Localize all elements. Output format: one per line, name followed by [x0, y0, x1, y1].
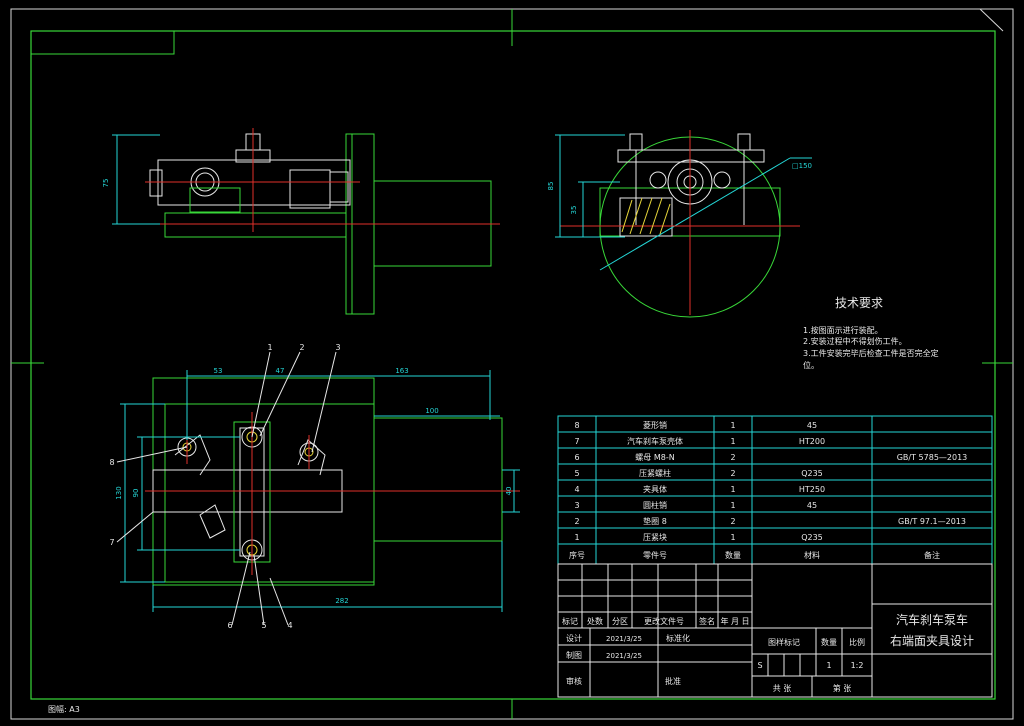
drawing-title-line-1: 汽车刹车泵车 — [896, 612, 968, 627]
sheets-total: 共 张 — [773, 684, 792, 693]
plan-dim-163: 163 — [395, 367, 408, 375]
plan-dim-130: 130 — [115, 486, 123, 499]
balloon-3: 3 — [335, 343, 340, 352]
balloon-8: 8 — [109, 458, 114, 467]
side-view-hatch — [621, 197, 671, 235]
sheet-frame — [10, 8, 1014, 720]
bom-header-qty: 数量 — [725, 550, 741, 560]
balloon-leaders — [116, 351, 337, 626]
tech-req-title: 技术要求 — [835, 296, 883, 310]
plan-dim-100: 100 — [425, 407, 438, 415]
balloon-2: 2 — [299, 343, 304, 352]
design-label: 设计 — [566, 633, 582, 643]
stage-header-mark: 图样标记 — [768, 637, 800, 647]
side-view-dim-outer: 85 — [547, 182, 555, 191]
rev-header-date: 年 月 日 — [720, 616, 749, 626]
bom-row-qty: 1 — [730, 485, 735, 494]
plan-dim-40: 40 — [505, 487, 513, 496]
bom-row-material: HT200 — [799, 437, 825, 446]
tech-req-item-2: 2.安装过程中不得划伤工件。 — [803, 336, 907, 346]
bom-rows: 8 菱形销 1 45 7 汽车刹车泵壳体 1 HT200 6 螺母 M8-N 2… — [569, 420, 967, 560]
bom-row-material: 45 — [807, 421, 817, 430]
bom-row-material: 45 — [807, 501, 817, 510]
scale-value: 1:2 — [851, 661, 864, 670]
bom-row-material: Q235 — [801, 469, 823, 478]
bom-header-note: 备注 — [924, 550, 940, 560]
plan-dim-282: 282 — [335, 597, 348, 605]
bom-row-note: GB/T 5785—2013 — [897, 453, 968, 462]
plan-dim-53: 53 — [214, 367, 223, 375]
bom-row-qty: 2 — [730, 469, 735, 478]
bom-row-no: 8 — [574, 421, 579, 430]
bom-row-qty: 2 — [730, 517, 735, 526]
bom-row-qty: 1 — [730, 421, 735, 430]
balloon-6: 6 — [227, 621, 232, 630]
draw-date: 2021/3/25 — [606, 652, 642, 660]
bom-row-qty: 1 — [730, 533, 735, 542]
tech-req-item-3: 3.工件安装完毕后检查工件是否完全定 — [803, 348, 939, 358]
approve-label: 批准 — [665, 676, 681, 686]
balloon-5: 5 — [261, 621, 266, 630]
plan-view — [120, 370, 520, 612]
side-view-dim-inner: 35 — [570, 206, 578, 215]
drawing-canvas: 75 85 35 □150 53 47 163 100 282 130 90 4… — [10, 8, 1014, 720]
plan-dim-47: 47 — [276, 367, 285, 375]
bom-row-no: 1 — [574, 533, 579, 542]
side-view — [555, 130, 812, 318]
bom-header-name: 零件号 — [643, 550, 667, 560]
bom-row-name: 菱形销 — [643, 420, 667, 430]
bom-row-note: GB/T 97.1—2013 — [898, 517, 966, 526]
bom-row-no: 3 — [574, 501, 579, 510]
bom-row-name: 垫圈 8 — [643, 516, 667, 526]
bom-row-no: 4 — [574, 485, 579, 494]
standard-label: 标准化 — [666, 633, 690, 643]
bom-row-name: 汽车刹车泵壳体 — [627, 436, 683, 446]
bom-row-name: 螺母 M8-N — [635, 452, 674, 462]
drawing-title-line-2: 右端面夹具设计 — [890, 633, 974, 648]
bom-row-name: 压紧螺柱 — [639, 468, 671, 478]
stage-mark: S — [757, 661, 762, 670]
front-view-dim-height: 75 — [102, 179, 110, 188]
draw-label: 制图 — [566, 650, 582, 660]
rev-header-mark: 标记 — [562, 616, 578, 626]
bom-row-qty: 1 — [730, 501, 735, 510]
bom-row-material: Q235 — [801, 533, 823, 542]
stage-header-qty: 数量 — [821, 637, 837, 647]
stage-header-scale: 比例 — [849, 637, 865, 647]
bom-row-name: 夹具体 — [643, 484, 667, 494]
design-date: 2021/3/25 — [606, 635, 642, 643]
paper-size-label: 图幅: A3 — [48, 704, 80, 714]
side-view-dim-diameter: □150 — [792, 162, 812, 170]
bom-header-no: 序号 — [569, 550, 585, 560]
bom-row-qty: 1 — [730, 437, 735, 446]
tech-req-item-4: 位。 — [803, 360, 819, 370]
bom-row-name: 压紧块 — [643, 532, 667, 542]
bom-row-no: 7 — [574, 437, 579, 446]
rev-header-count: 处数 — [587, 616, 603, 626]
bom-header-material: 材料 — [804, 550, 820, 560]
bom-row-no: 6 — [574, 453, 579, 462]
rev-header-sign: 签名 — [699, 616, 715, 626]
bom-row-no: 2 — [574, 517, 579, 526]
front-view — [112, 128, 500, 315]
plan-dim-90: 90 — [132, 489, 140, 498]
tech-req-item-1: 1.按图面示进行装配。 — [803, 325, 883, 335]
bom-row-name: 圆柱销 — [643, 500, 667, 510]
rev-header-doc: 更改文件号 — [644, 616, 684, 626]
title-block-grid — [557, 563, 993, 698]
bom-row-no: 5 — [574, 469, 579, 478]
review-label: 审核 — [566, 676, 582, 686]
quantity-value: 1 — [826, 661, 831, 670]
balloon-4: 4 — [287, 621, 292, 630]
balloon-7: 7 — [109, 538, 114, 547]
bom-grid — [557, 415, 993, 565]
bom-row-qty: 2 — [730, 453, 735, 462]
sheet-number: 第 张 — [833, 683, 852, 693]
rev-header-zone: 分区 — [612, 617, 628, 626]
bom-row-material: HT250 — [799, 485, 825, 494]
balloon-1: 1 — [267, 343, 272, 352]
